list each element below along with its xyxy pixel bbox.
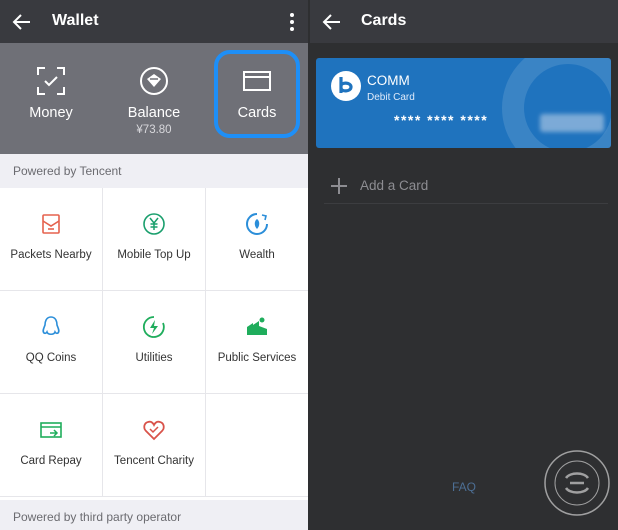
cards-screen: Cards COMM Debit Card **** **** **** Add…: [310, 0, 618, 530]
red-packet-icon: [42, 214, 60, 234]
service-label: Wealth: [239, 249, 275, 261]
cards-highlight-outline: [214, 50, 300, 138]
bank-logo-watermark-icon: [502, 58, 611, 148]
balance-button[interactable]: Balance ¥73.80: [103, 43, 205, 154]
service-label: Tencent Charity: [114, 455, 194, 467]
add-card-label: Add a Card: [360, 178, 429, 193]
faq-link[interactable]: FAQ: [452, 480, 476, 494]
wallet-screen: Wallet Money Balance ¥73.80 Cards Powere…: [0, 0, 308, 530]
card-repay-icon: [40, 422, 62, 438]
back-arrow-icon[interactable]: [320, 10, 344, 34]
money-button[interactable]: Money: [0, 43, 102, 154]
services-grid: Packets Nearby Mobile Top Up Wealth QQ C…: [0, 188, 308, 497]
city-icon: [247, 317, 267, 335]
section-header-third-party: Powered by third party operator: [0, 500, 308, 530]
add-card-button[interactable]: Add a Card: [324, 168, 608, 204]
plus-icon: [331, 178, 347, 194]
bank-logo-icon: [331, 71, 361, 101]
service-card-repay[interactable]: Card Repay: [0, 394, 102, 496]
page-title: Wallet: [52, 12, 99, 29]
penguin-icon: [42, 316, 60, 336]
section-header-tencent: Powered by Tencent: [0, 154, 308, 188]
card-number: **** **** ****: [394, 112, 489, 128]
card-number-redacted: [540, 114, 604, 132]
page-title: Cards: [361, 12, 407, 29]
heart-icon: [143, 420, 165, 441]
service-wealth[interactable]: Wealth: [206, 188, 308, 290]
watermark-stamp-icon: [544, 450, 610, 516]
wealth-icon: [246, 213, 268, 235]
service-mobile-top-up[interactable]: Mobile Top Up: [103, 188, 205, 290]
service-utilities[interactable]: Utilities: [103, 291, 205, 393]
balance-icon: [140, 67, 168, 95]
service-label: Public Services: [217, 352, 297, 364]
service-public-services[interactable]: Public Services: [206, 291, 308, 393]
wallet-top-bar: Wallet: [0, 0, 308, 43]
cards-top-bar: Cards: [310, 0, 618, 43]
more-options-icon[interactable]: [288, 12, 296, 32]
back-arrow-icon[interactable]: [10, 10, 34, 34]
bank-card[interactable]: COMM Debit Card **** **** ****: [316, 58, 611, 148]
service-label: Mobile Top Up: [117, 249, 191, 261]
money-label: Money: [29, 105, 73, 121]
lightning-icon: [142, 316, 165, 338]
service-label: QQ Coins: [25, 352, 77, 364]
service-packets-nearby[interactable]: Packets Nearby: [0, 188, 102, 290]
service-empty-slot: [206, 394, 308, 496]
service-tencent-charity[interactable]: Tencent Charity: [103, 394, 205, 496]
service-label: Packets Nearby: [10, 249, 92, 261]
service-label: Card Repay: [20, 455, 82, 467]
balance-amount: ¥73.80: [136, 124, 172, 136]
balance-label: Balance: [127, 105, 181, 121]
card-type: Debit Card: [367, 92, 415, 103]
bank-name: COMM: [367, 73, 410, 88]
yuan-icon: [143, 213, 165, 235]
service-label: Utilities: [135, 352, 173, 364]
service-qq-coins[interactable]: QQ Coins: [0, 291, 102, 393]
scan-check-icon: [37, 67, 65, 95]
